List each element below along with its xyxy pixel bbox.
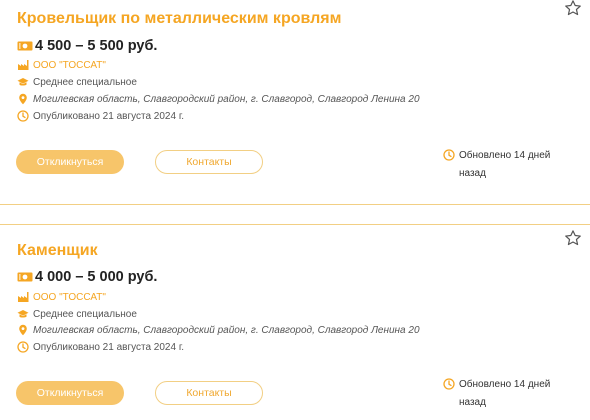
education-level: Среднее специальное <box>33 76 137 88</box>
graduation-cap-icon <box>17 310 29 318</box>
star-outline-icon[interactable] <box>564 229 582 247</box>
factory-icon <box>18 292 29 302</box>
education-level: Среднее специальное <box>33 308 137 320</box>
vacancy-card: Каменщик 4 000 – 5 000 руб. ООО "ТОССАТ"… <box>0 224 590 420</box>
salary-value: 4 500 – 5 500 руб. <box>35 38 158 54</box>
contacts-button[interactable]: Контакты <box>155 381 263 405</box>
clock-icon <box>17 341 29 353</box>
updated-text-line1: Обновлено 14 дней <box>459 150 551 161</box>
education: Среднее специальное <box>17 308 137 320</box>
address-text: Могилевская область, Славгородский район… <box>33 324 420 336</box>
updated-text-line2: назад <box>459 168 486 179</box>
published: Опубликовано 21 августа 2024 г. <box>17 110 184 122</box>
address: Могилевская область, Славгородский район… <box>17 93 420 105</box>
published-date: Опубликовано 21 августа 2024 г. <box>33 341 185 353</box>
apply-button[interactable]: Откликнуться <box>16 150 124 174</box>
salary-value: 4 000 – 5 000 руб. <box>35 269 158 285</box>
apply-button[interactable]: Откликнуться <box>16 381 124 405</box>
location-pin-icon <box>19 93 27 105</box>
address-text: Могилевская область, Славгородский район… <box>33 93 420 105</box>
salary: 4 000 – 5 000 руб. <box>17 269 157 285</box>
education: Среднее специальное <box>17 76 137 88</box>
card-divider <box>0 224 590 225</box>
published: Опубликовано 21 августа 2024 г. <box>17 341 184 353</box>
vacancy-card: Кровельщик по металлическим кровлям 4 50… <box>0 0 590 205</box>
company-name[interactable]: ООО "ТОССАТ" <box>33 60 106 71</box>
clock-icon <box>443 149 455 161</box>
contacts-button[interactable]: Контакты <box>155 150 263 174</box>
vacancy-title[interactable]: Каменщик <box>17 242 98 260</box>
card-divider <box>0 204 590 205</box>
location-pin-icon <box>19 324 27 336</box>
graduation-cap-icon <box>17 78 29 86</box>
money-icon <box>17 272 33 282</box>
salary: 4 500 – 5 500 руб. <box>17 38 157 54</box>
star-outline-icon[interactable] <box>564 0 582 17</box>
company: ООО "ТОССАТ" <box>17 291 106 303</box>
factory-icon <box>18 60 29 70</box>
company-name[interactable]: ООО "ТОССАТ" <box>33 292 106 303</box>
vacancy-title[interactable]: Кровельщик по металлическим кровлям <box>17 10 341 28</box>
clock-icon <box>17 110 29 122</box>
published-date: Опубликовано 21 августа 2024 г. <box>33 110 185 122</box>
updated-text-line1: Обновлено 14 дней <box>459 379 551 390</box>
clock-icon <box>443 378 455 390</box>
address: Могилевская область, Славгородский район… <box>17 324 420 336</box>
updated-text-line2: назад <box>459 397 486 408</box>
money-icon <box>17 41 33 51</box>
company: ООО "ТОССАТ" <box>17 59 106 71</box>
